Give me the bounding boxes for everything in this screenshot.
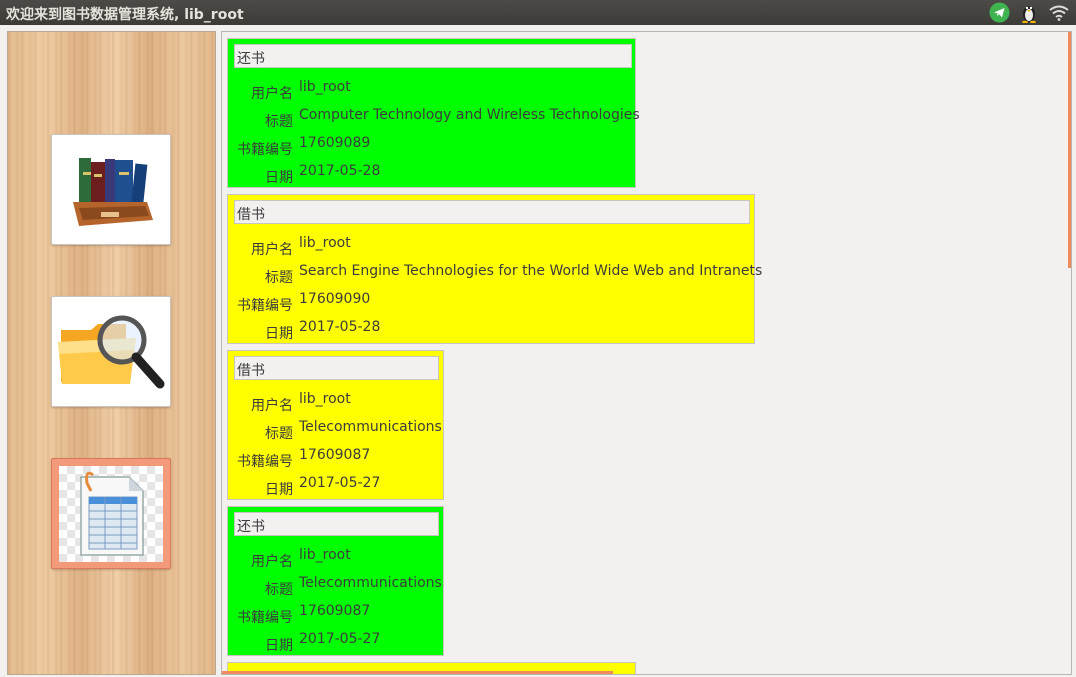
telegram-icon[interactable] bbox=[988, 2, 1010, 23]
date-label: 日期 bbox=[265, 326, 293, 342]
spreadsheet-icon bbox=[80, 471, 144, 556]
book-id-value: 17609087 bbox=[299, 603, 371, 619]
book-id-value: 17609089 bbox=[299, 135, 371, 151]
search-nav-button[interactable] bbox=[51, 296, 171, 407]
sidebar bbox=[7, 31, 216, 675]
date-value: 2017-05-27 bbox=[299, 475, 381, 491]
books-icon bbox=[73, 157, 153, 226]
title-label: 标题 bbox=[265, 582, 293, 598]
record-card: 借书 用户名 lib_root 标题 Search Engine Technol… bbox=[227, 194, 762, 344]
user-label: 用户名 bbox=[251, 398, 293, 414]
user-value: lib_root bbox=[299, 391, 351, 407]
record-card: 还书 用户名 lib_root 标题 Computer Technology a… bbox=[227, 38, 640, 188]
records-nav-button[interactable] bbox=[51, 458, 171, 569]
title-value: Telecommunications bbox=[299, 419, 442, 435]
record-list[interactable]: 还书 用户名 lib_root 标题 Computer Technology a… bbox=[221, 31, 1072, 675]
record-type-field[interactable]: 借书 bbox=[234, 356, 439, 380]
title-value: Telecommunications bbox=[299, 575, 442, 591]
user-label: 用户名 bbox=[251, 242, 293, 258]
record-card: 还书 用户名 lib_root 标题 Telecommunications 书籍… bbox=[227, 506, 444, 656]
user-value: lib_root bbox=[299, 79, 351, 95]
user-label: 用户名 bbox=[251, 554, 293, 570]
system-tray bbox=[988, 2, 1070, 23]
book-id-label: 书籍编号 bbox=[237, 298, 293, 314]
date-label: 日期 bbox=[265, 638, 293, 654]
title-value: Computer Technology and Wireless Technol… bbox=[299, 107, 640, 123]
books-nav-button[interactable] bbox=[51, 134, 171, 245]
book-id-label: 书籍编号 bbox=[237, 610, 293, 626]
record-card: 借书 用户名 lib_root 标题 Telecommunications 书籍… bbox=[227, 350, 444, 500]
user-value: lib_root bbox=[299, 547, 351, 563]
record-type-field[interactable]: 借书 bbox=[234, 200, 750, 224]
date-value: 2017-05-27 bbox=[299, 631, 381, 647]
horizontal-scrollbar[interactable] bbox=[222, 671, 613, 674]
title-label: 标题 bbox=[265, 270, 293, 286]
book-id-label: 书籍编号 bbox=[237, 142, 293, 158]
wifi-icon[interactable] bbox=[1048, 2, 1070, 23]
book-id-label: 书籍编号 bbox=[237, 454, 293, 470]
date-label: 日期 bbox=[265, 482, 293, 498]
date-label: 日期 bbox=[265, 170, 293, 186]
title-label: 标题 bbox=[265, 114, 293, 130]
record-type-field[interactable]: 还书 bbox=[234, 44, 632, 68]
book-id-value: 17609087 bbox=[299, 447, 371, 463]
date-value: 2017-05-28 bbox=[299, 163, 381, 179]
user-value: lib_root bbox=[299, 235, 351, 251]
title-value: Search Engine Technologies for the World… bbox=[299, 263, 763, 279]
date-value: 2017-05-28 bbox=[299, 319, 381, 335]
vertical-scrollbar[interactable] bbox=[1068, 32, 1071, 268]
window-titlebar: 欢迎来到图书数据管理系统, lib_root bbox=[0, 0, 1076, 25]
user-label: 用户名 bbox=[251, 86, 293, 102]
title-label: 标题 bbox=[265, 426, 293, 442]
linux-penguin-icon[interactable] bbox=[1018, 2, 1040, 23]
window-title: 欢迎来到图书数据管理系统, lib_root bbox=[6, 7, 244, 23]
folder-search-icon bbox=[58, 315, 165, 388]
record-type-field[interactable]: 还书 bbox=[234, 512, 439, 536]
book-id-value: 17609090 bbox=[299, 291, 371, 307]
